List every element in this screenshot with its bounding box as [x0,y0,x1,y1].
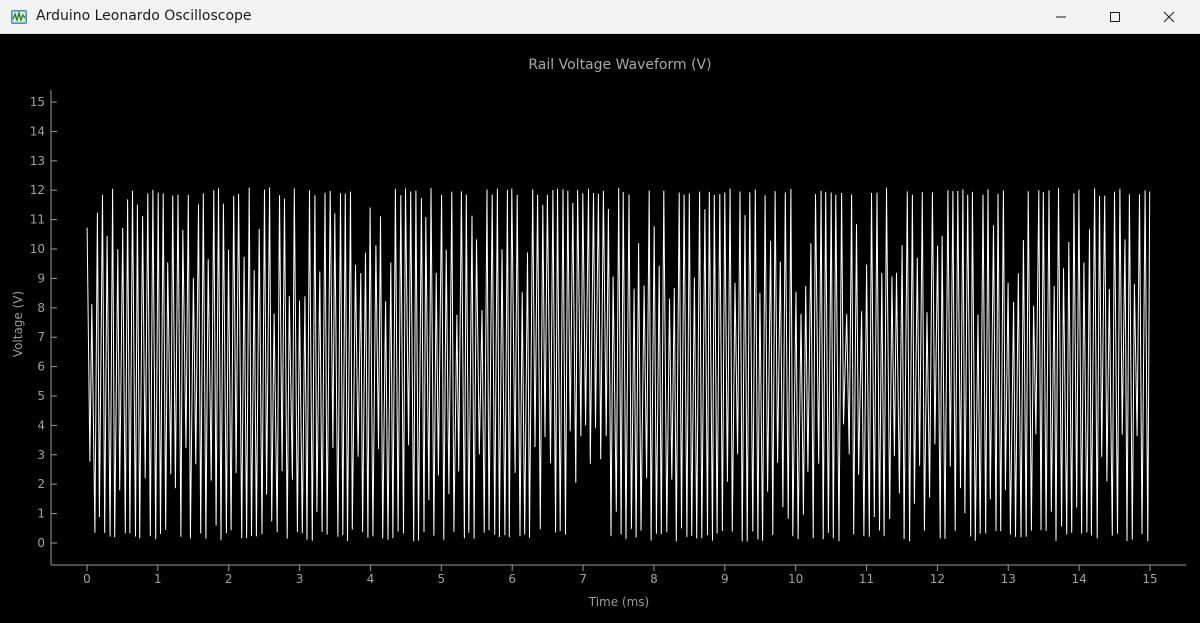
y-tick-label: 4 [37,418,45,432]
y-tick-label: 8 [37,301,45,315]
waveform-chart[interactable]: Rail Voltage Waveform (V) Time (ms) Volt… [0,34,1200,619]
y-tick-label: 11 [30,213,45,227]
chart-title: Rail Voltage Waveform (V) [528,57,711,73]
x-tick-label: 2 [225,572,233,586]
y-tick-label: 12 [30,183,45,197]
oscilloscope-app-icon [11,10,27,24]
x-tick-label: 14 [1071,572,1086,586]
x-tick-label: 5 [438,572,446,586]
x-tick-label: 11 [859,572,874,586]
y-tick-label: 2 [37,477,45,491]
waveform-trace [86,187,1151,542]
close-button[interactable] [1146,0,1192,33]
x-tick-label: 10 [788,572,803,586]
x-tick-label: 4 [367,572,375,586]
x-tick-label: 3 [296,572,304,586]
y-tick-label: 13 [30,154,45,168]
y-axis-label: Voltage (V) [11,291,25,357]
y-tick-label: 10 [30,242,45,256]
y-tick-label: 3 [37,448,45,462]
x-tick-label: 7 [579,572,587,586]
maximize-icon [1110,11,1120,22]
maximize-button[interactable] [1092,0,1138,33]
app-window: Arduino Leonardo Oscilloscope Rail Volta… [0,0,1200,619]
ticks: 01234567891011121314150 1 2 3 4 5 6 7 8 9 10 11 12 13… [30,95,1158,586]
minimize-icon [1056,16,1066,17]
y-tick-label: 0 [37,536,45,550]
x-tick-label: 13 [1001,572,1016,586]
y-tick-label: 5 [37,389,45,403]
x-tick-label: 9 [721,572,729,586]
x-axis-label: Time (ms) [588,595,650,609]
x-tick-label: 12 [930,572,945,586]
x-tick-label: 0 [83,572,91,586]
x-tick-label: 6 [508,572,516,586]
plot-area[interactable]: Rail Voltage Waveform (V) Time (ms) Volt… [0,34,1200,619]
y-tick-label: 7 [37,330,45,344]
y-tick-label: 9 [37,271,45,285]
y-tick-label: 15 [30,95,45,109]
x-tick-label: 15 [1142,572,1157,586]
window-title: Arduino Leonardo Oscilloscope [36,8,252,24]
y-tick-label: 6 [37,360,45,374]
y-tick-label: 1 [37,507,45,521]
minimize-button[interactable] [1038,0,1084,33]
x-tick-label: 1 [154,572,162,586]
y-tick-label: 14 [30,124,45,138]
x-tick-label: 8 [650,572,658,586]
title-bar[interactable]: Arduino Leonardo Oscilloscope [0,0,1200,34]
close-icon [1163,11,1175,22]
